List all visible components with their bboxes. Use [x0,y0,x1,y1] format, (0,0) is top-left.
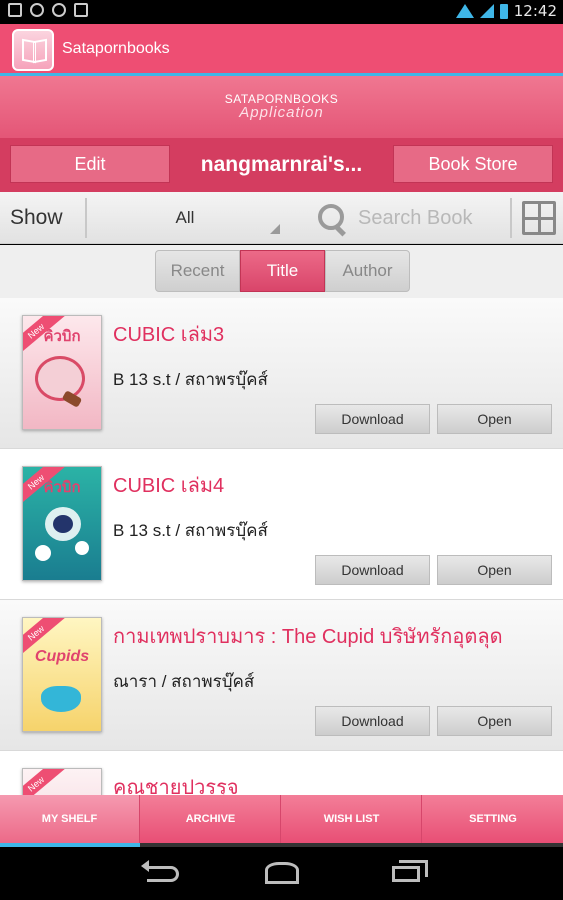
banner-subtitle: Application [239,104,324,121]
book-row[interactable]: Cupids New กามเทพปราบมาร : The Cupid บริ… [0,600,563,751]
battery-icon [499,3,508,19]
recents-icon[interactable] [392,860,428,882]
tab-setting[interactable]: SETTING [423,795,563,843]
app-title: Satapornbooks [62,40,170,57]
search-input[interactable] [358,200,503,236]
open-button[interactable]: Open [437,706,552,736]
sync-icon [52,3,66,17]
book-row[interactable]: คิวบิก New CUBIC เล่ม3 B 13 s.t / สถาพรบ… [0,298,563,449]
grid-view-icon[interactable] [522,201,556,235]
bag-icon [74,3,88,17]
sort-tab-author[interactable]: Author [325,250,410,292]
system-navigation-bar [0,848,563,900]
filter-bar: Show All [0,192,563,244]
back-icon[interactable] [141,860,179,882]
download-button[interactable]: Download [315,555,430,585]
tab-wish-list[interactable]: WISH LIST [282,795,422,843]
book-list[interactable]: คิวบิก New CUBIC เล่ม3 B 13 s.t / สถาพรบ… [0,298,563,795]
cover-title: Cupids [34,648,90,665]
app-banner: SATAPORNBOOKS Application [0,76,563,138]
divider [85,198,87,238]
dropdown-corner-icon [270,224,280,234]
active-tab-indicator [0,843,140,847]
show-label: Show [10,206,63,229]
clock: 12:42 [513,2,557,20]
book-cover[interactable]: คิวบิก New [22,315,102,430]
show-filter-value: All [175,208,195,227]
sort-tab-recent[interactable]: Recent [155,250,240,292]
show-filter-select[interactable]: All [90,200,280,236]
home-icon[interactable] [265,862,299,884]
book-author: B 13 s.t / สถาพรบุ๊คส์ [113,521,268,540]
shelf-header: Edit nangmarnrai's... Book Store [0,138,563,192]
book-store-button[interactable]: Book Store [393,145,553,183]
tab-my-shelf[interactable]: MY SHELF [0,795,140,843]
sort-bar: Recent Title Author [0,245,563,298]
tab-archive[interactable]: ARCHIVE [141,795,281,843]
wifi-icon [455,4,474,18]
sort-segmented-control: Recent Title Author [155,250,410,292]
action-bar: Satapornbooks [0,24,563,76]
open-button[interactable]: Open [437,555,552,585]
edit-button[interactable]: Edit [10,145,170,183]
bottom-tab-bar: MY SHELF ARCHIVE WISH LIST SETTING [0,795,563,847]
book-cover[interactable]: คิวบิก New [22,466,102,581]
notification-icons [8,3,88,17]
book-cover[interactable]: Cupids New [22,617,102,732]
download-button[interactable]: Download [315,404,430,434]
book-row[interactable]: คิวบิก New CUBIC เล่ม4 B 13 s.t / สถาพรบ… [0,449,563,600]
cloud-icon [30,3,44,17]
signal-icon [479,4,494,18]
book-author: ณารา / สถาพรบุ๊คส์ [113,672,255,691]
book-cover[interactable]: New [22,768,102,795]
download-button[interactable]: Download [315,706,430,736]
sort-tab-title[interactable]: Title [240,250,325,292]
search-icon[interactable] [318,204,348,234]
book-title[interactable]: CUBIC เล่ม3 [113,318,224,350]
book-title[interactable]: กามเทพปราบมาร : The Cupid บริษัทรักอุตลุ… [113,620,503,652]
new-badge: New [23,769,68,795]
book-title[interactable]: CUBIC เล่ม4 [113,469,224,501]
image-icon [8,3,22,17]
status-bar: 12:42 [0,0,563,24]
book-row[interactable]: New คุณชายปวรรุจ [0,751,563,795]
book-author: B 13 s.t / สถาพรบุ๊คส์ [113,370,268,389]
divider [510,198,512,238]
book-title[interactable]: คุณชายปวรรุจ [113,771,239,795]
book-icon[interactable] [12,29,54,71]
system-indicators: 12:42 [455,2,557,20]
open-button[interactable]: Open [437,404,552,434]
shelf-owner-title: nangmarnrai's... [200,153,363,176]
